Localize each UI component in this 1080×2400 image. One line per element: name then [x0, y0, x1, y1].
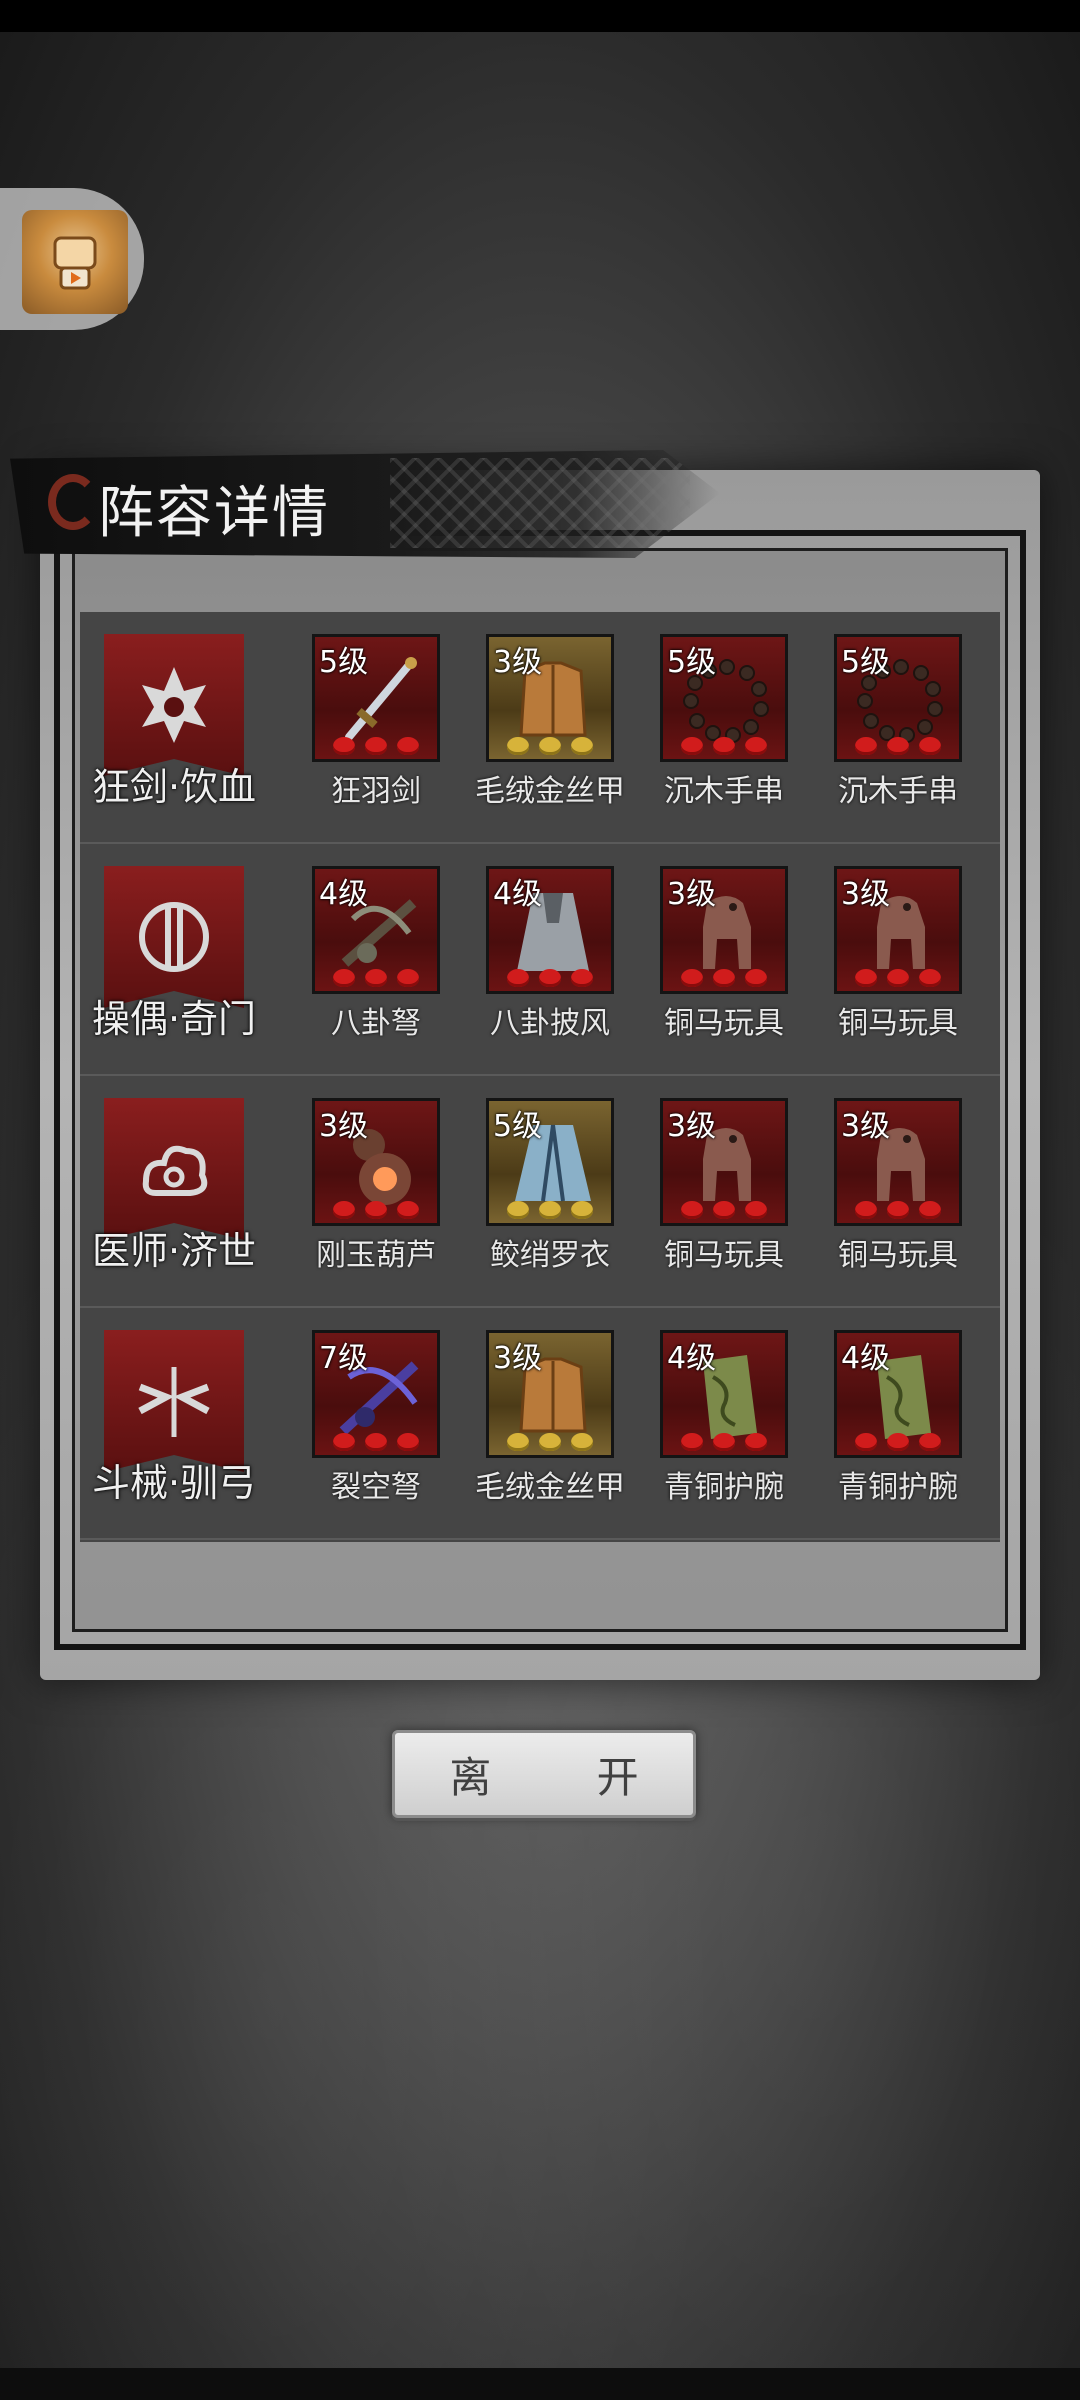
- equipment-slot[interactable]: 3级: [834, 1098, 962, 1226]
- gem-sockets: [837, 737, 959, 755]
- item-level: 3级: [667, 877, 717, 912]
- item-level: 3级: [841, 877, 891, 912]
- equipment-slot[interactable]: 4级: [312, 866, 440, 994]
- item-level: 5级: [319, 645, 369, 680]
- item-name: 八卦弩: [331, 1006, 421, 1041]
- item-level: 4级: [319, 877, 369, 912]
- flame-emblem-icon: [142, 667, 206, 743]
- equipment-slot[interactable]: 5级: [660, 634, 788, 762]
- item-name: 毛绒金丝甲: [475, 774, 625, 809]
- bow-emblem-icon: [138, 1367, 210, 1437]
- item-name: 铜马玩具: [664, 1238, 784, 1273]
- item-name: 青铜护腕: [664, 1470, 784, 1505]
- equipment-slot[interactable]: 3级: [834, 866, 962, 994]
- item-level: 4级: [667, 1341, 717, 1376]
- floating-assist-button[interactable]: [0, 188, 144, 330]
- panel-title: 阵容详情: [98, 481, 330, 546]
- gem-sockets: [489, 1201, 611, 1219]
- item-name: 狂羽剑: [331, 774, 421, 809]
- item-level: 4级: [493, 877, 543, 912]
- equipment-slot[interactable]: 7级: [312, 1330, 440, 1458]
- gem-sockets: [663, 1433, 785, 1451]
- equipment-slot[interactable]: 3级: [486, 1330, 614, 1458]
- hero-row: 操偶·奇门 4级 八卦弩 4级 八卦披风 3级 铜马玩具 3级 铜马玩具: [80, 844, 1000, 1076]
- gem-sockets: [837, 1201, 959, 1219]
- item-level: 4级: [841, 1341, 891, 1376]
- title-emblem-icon: [48, 474, 98, 530]
- gem-sockets: [837, 1433, 959, 1451]
- equipment-slot[interactable]: 3级: [312, 1098, 440, 1226]
- hero-emblem-archer[interactable]: [104, 1330, 244, 1472]
- equipment-slot[interactable]: 4级: [660, 1330, 788, 1458]
- lineup-grid: 狂剑·饮血 5级 狂羽剑 3级 毛绒金丝甲 5级 沉木手串 5级 沉木手串 操偶…: [80, 612, 1000, 1542]
- hero-emblem-sword[interactable]: [104, 634, 244, 776]
- hero-row: 医师·济世 3级 刚玉葫芦 5级 鲛绡罗衣 3级 铜马玩具 3级 铜马玩具: [80, 1076, 1000, 1308]
- item-level: 5级: [493, 1109, 543, 1144]
- item-name: 鲛绡罗衣: [490, 1238, 610, 1273]
- equipment-slot[interactable]: 3级: [486, 634, 614, 762]
- item-level: 3级: [841, 1109, 891, 1144]
- hero-name: 斗械·驯弓: [91, 1461, 257, 1505]
- item-level: 3级: [319, 1109, 369, 1144]
- gem-sockets: [489, 737, 611, 755]
- hero-emblem-healer[interactable]: [104, 1098, 244, 1240]
- gem-sockets: [663, 969, 785, 987]
- item-name: 铜马玩具: [838, 1006, 958, 1041]
- item-name: 青铜护腕: [838, 1470, 958, 1505]
- hero-name: 医师·济世: [91, 1229, 257, 1273]
- item-level: 3级: [493, 645, 543, 680]
- gem-sockets: [489, 969, 611, 987]
- navigation-bar: [0, 2368, 1080, 2400]
- gem-sockets: [663, 737, 785, 755]
- assist-avatar-icon: [22, 210, 128, 314]
- equipment-slot[interactable]: 4级: [486, 866, 614, 994]
- gem-sockets: [663, 1201, 785, 1219]
- hero-row: 斗械·驯弓 7级 裂空弩 3级 毛绒金丝甲 4级 青铜护腕 4级 青铜护腕: [80, 1308, 1000, 1540]
- item-level: 5级: [667, 645, 717, 680]
- hero-name: 操偶·奇门: [91, 997, 257, 1041]
- gem-sockets: [315, 1433, 437, 1451]
- title-banner: 阵容详情: [10, 450, 720, 558]
- equipment-slot[interactable]: 5级: [834, 634, 962, 762]
- item-name: 裂空弩: [331, 1470, 421, 1505]
- item-level: 7级: [319, 1341, 369, 1376]
- gem-sockets: [315, 969, 437, 987]
- item-name: 刚玉葫芦: [316, 1238, 436, 1273]
- equipment-slot[interactable]: 5级: [312, 634, 440, 762]
- hero-name: 狂剑·饮血: [91, 765, 257, 809]
- gem-sockets: [315, 737, 437, 755]
- gem-sockets: [837, 969, 959, 987]
- equipment-slot[interactable]: 5级: [486, 1098, 614, 1226]
- equipment-slot[interactable]: 3级: [660, 1098, 788, 1226]
- item-level: 5级: [841, 645, 891, 680]
- item-level: 3级: [667, 1109, 717, 1144]
- item-name: 毛绒金丝甲: [475, 1470, 625, 1505]
- hero-emblem-puppet[interactable]: [104, 866, 244, 1008]
- item-name: 八卦披风: [490, 1006, 610, 1041]
- leave-button[interactable]: 离 开: [392, 1730, 696, 1818]
- item-name: 铜马玩具: [664, 1006, 784, 1041]
- title-pattern: [390, 458, 690, 548]
- gem-sockets: [315, 1201, 437, 1219]
- cloud-emblem-icon: [142, 1145, 208, 1196]
- item-name: 沉木手串: [838, 774, 958, 809]
- item-level: 3级: [493, 1341, 543, 1376]
- status-bar: [0, 0, 1080, 32]
- puppet-emblem-icon: [139, 902, 209, 972]
- item-name: 沉木手串: [664, 774, 784, 809]
- equipment-slot[interactable]: 4级: [834, 1330, 962, 1458]
- item-name: 铜马玩具: [838, 1238, 958, 1273]
- hero-row: 狂剑·饮血 5级 狂羽剑 3级 毛绒金丝甲 5级 沉木手串 5级 沉木手串: [80, 612, 1000, 844]
- gem-sockets: [489, 1433, 611, 1451]
- equipment-slot[interactable]: 3级: [660, 866, 788, 994]
